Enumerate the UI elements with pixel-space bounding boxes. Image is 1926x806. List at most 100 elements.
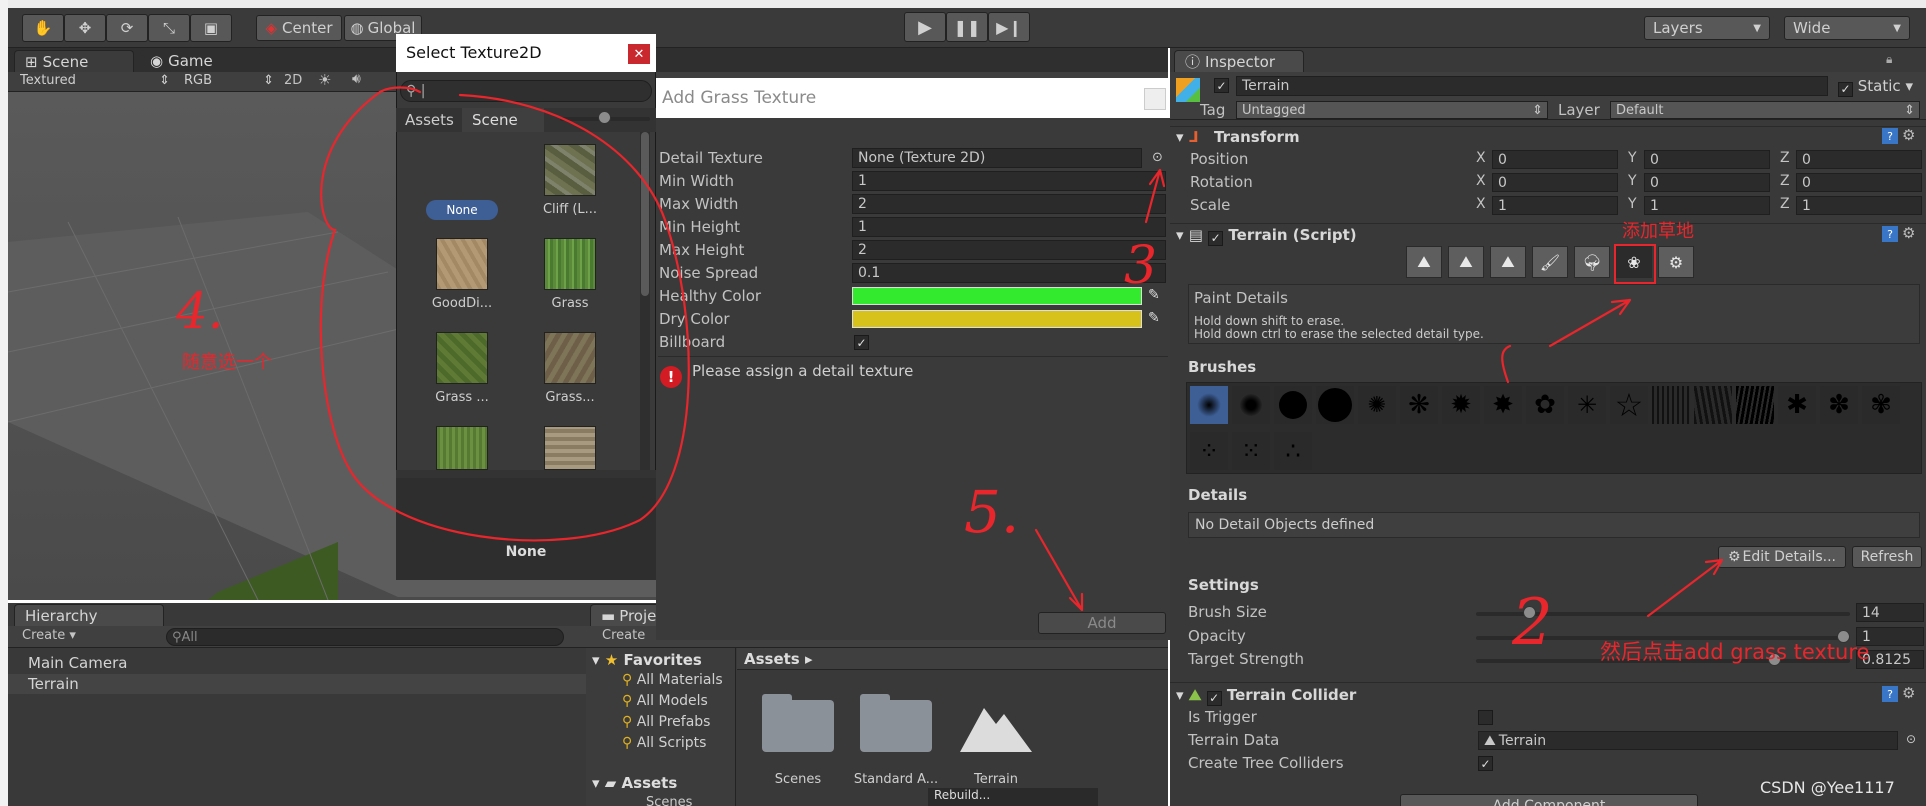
brush-item[interactable]: ✹ (1442, 386, 1480, 424)
tab-inspector[interactable]: ⓘ Inspector (1174, 50, 1304, 72)
tab-scene[interactable]: ⊞ Scene (14, 50, 134, 72)
noise-spread-field[interactable]: 0.1 (852, 263, 1166, 283)
asset-folder-scenes[interactable] (760, 694, 836, 754)
tab-scene-picker[interactable]: Scene (462, 108, 544, 132)
gear-icon[interactable]: ⚙ (1902, 126, 1915, 144)
rotation-z-field[interactable]: 0 (1796, 173, 1922, 192)
hand-tool-button[interactable]: ✋ (22, 14, 64, 42)
texture-thumb-gooddirt[interactable] (436, 238, 488, 290)
texture-none-badge[interactable]: None (426, 200, 498, 220)
max-width-field[interactable]: 2 (852, 194, 1166, 214)
lighting-icon[interactable]: ☀ (318, 71, 331, 89)
brush-item[interactable]: ✾ (1862, 386, 1900, 424)
rect-tool-button[interactable]: ▣ (190, 14, 232, 42)
healthy-color-swatch[interactable] (852, 287, 1142, 305)
brush-item[interactable]: ✺ (1358, 386, 1396, 424)
brush-item[interactable]: ❋ (1400, 386, 1438, 424)
dry-color-swatch[interactable] (852, 310, 1142, 328)
gear-icon[interactable]: ⚙ (1902, 684, 1915, 702)
paint-height-tool[interactable]: ⛰ (1448, 246, 1484, 278)
max-height-field[interactable]: 2 (852, 240, 1166, 260)
texture-thumb-grass[interactable] (544, 238, 596, 290)
brush-item[interactable]: ✸ (1484, 386, 1522, 424)
scale-z-field[interactable]: 1 (1796, 196, 1922, 215)
terrain-settings-tool[interactable]: ⚙ (1658, 246, 1694, 278)
texture-thumb-bark[interactable] (544, 426, 596, 470)
brush-item[interactable] (1652, 386, 1690, 424)
texture-thumb-grass3[interactable] (544, 332, 596, 384)
favorite-item[interactable]: ⚲ All Scripts (622, 735, 736, 756)
tab-hierarchy[interactable]: Hierarchy (14, 604, 164, 626)
object-picker-icon[interactable]: ⊙ (1906, 732, 1916, 746)
terrain-data-field[interactable]: ⛰ Terrain (1478, 731, 1898, 750)
mode-2d-toggle[interactable]: 2D (284, 73, 302, 88)
is-trigger-checkbox[interactable] (1478, 710, 1493, 725)
step-button[interactable]: ▶❙ (988, 12, 1030, 42)
project-create-dropdown[interactable]: Create (602, 628, 645, 643)
tab-assets[interactable]: Assets (405, 111, 454, 129)
brush-item-selected[interactable] (1190, 386, 1228, 424)
brush-item[interactable] (1232, 386, 1270, 424)
layout-dropdown[interactable]: Wide ▼ (1784, 16, 1910, 40)
texture-thumb-grass2[interactable] (436, 332, 488, 384)
audio-icon[interactable]: 🔊︎ (352, 71, 361, 87)
paint-texture-tool[interactable]: 🖌︎ (1532, 246, 1568, 278)
assets-tree-item[interactable]: ▾ ▰ Assets (592, 774, 677, 792)
brush-item[interactable] (1736, 386, 1774, 424)
position-y-field[interactable]: 0 (1644, 150, 1770, 169)
rotation-y-field[interactable]: 0 (1644, 173, 1770, 192)
eyedropper-icon[interactable]: ✎ (1148, 310, 1160, 326)
scale-y-field[interactable]: 1 (1644, 196, 1770, 215)
add-component-button[interactable]: Add Component (1400, 794, 1698, 806)
favorite-item[interactable]: ⚲ All Prefabs (622, 714, 736, 735)
pause-button[interactable]: ❚❚ (946, 12, 988, 42)
color-mode-dropdown[interactable]: RGB ⇕ (184, 73, 274, 91)
min-height-field[interactable]: 1 (852, 217, 1166, 237)
assets-breadcrumb[interactable]: Assets ▸ (744, 650, 813, 668)
object-name-field[interactable]: Terrain (1236, 76, 1828, 96)
tag-dropdown[interactable]: Untagged ⇕ (1236, 101, 1548, 119)
preview-divider[interactable] (396, 470, 656, 478)
active-checkbox[interactable]: ✓ (1214, 78, 1229, 93)
texture-search-input[interactable]: ⚲ | (400, 80, 652, 102)
scale-tool-button[interactable]: ⤡ (148, 14, 190, 42)
rotate-tool-button[interactable]: ⟳ (106, 14, 148, 42)
smooth-height-tool[interactable]: ⛰ (1490, 246, 1526, 278)
shading-mode-dropdown[interactable]: Textured ⇕ (20, 73, 170, 91)
help-icon[interactable]: ? (1882, 686, 1898, 702)
favorites-header[interactable]: ▾ ★ Favorites (592, 651, 702, 669)
move-tool-button[interactable]: ✥ (64, 14, 106, 42)
thumbnail-size-knob[interactable] (598, 111, 611, 124)
asset-folder-standard[interactable] (858, 694, 934, 754)
scale-x-field[interactable]: 1 (1492, 196, 1618, 215)
brush-item[interactable]: ✱ (1778, 386, 1816, 424)
static-toggle[interactable]: ✓ Static ▾ (1838, 77, 1913, 97)
hierarchy-item-selected[interactable]: Terrain (8, 674, 586, 694)
rotation-x-field[interactable]: 0 (1492, 173, 1618, 192)
position-x-field[interactable]: 0 (1492, 150, 1618, 169)
edit-details-button[interactable]: ⚙ Edit Details... (1718, 546, 1846, 568)
create-tree-colliders-checkbox[interactable]: ✓ (1478, 756, 1493, 771)
brush-item[interactable]: ✿ (1526, 386, 1564, 424)
brush-item[interactable]: ✽ (1820, 386, 1858, 424)
place-trees-tool[interactable]: 🌳︎ (1574, 246, 1610, 278)
details-list[interactable]: No Detail Objects defined (1188, 512, 1920, 538)
gear-icon[interactable]: ⚙ (1902, 224, 1915, 242)
help-icon[interactable]: ? (1882, 226, 1898, 242)
refresh-button[interactable]: Refresh (1852, 546, 1922, 568)
brush-item[interactable]: ✳ (1568, 386, 1606, 424)
texture-thumb-grass4[interactable] (436, 426, 488, 470)
add-button[interactable]: Add (1038, 612, 1166, 634)
dialog-close-button[interactable] (1144, 88, 1166, 110)
hierarchy-search-input[interactable]: ⚲ All (166, 628, 564, 646)
layer-dropdown[interactable]: Default ⇕ (1610, 101, 1920, 119)
min-width-field[interactable]: 1 (852, 171, 1166, 191)
assets-subfolder[interactable]: Scenes (646, 795, 692, 806)
lock-icon[interactable]: 🔒︎ (1886, 52, 1892, 67)
brush-item[interactable] (1694, 386, 1732, 424)
close-button[interactable]: ✕ (628, 44, 650, 64)
billboard-checkbox[interactable]: ✓ (854, 335, 869, 350)
brush-item[interactable]: ⁙ (1232, 432, 1270, 470)
brush-item[interactable]: ⁘ (1190, 432, 1228, 470)
raise-terrain-tool[interactable]: ⛰ (1406, 246, 1442, 278)
